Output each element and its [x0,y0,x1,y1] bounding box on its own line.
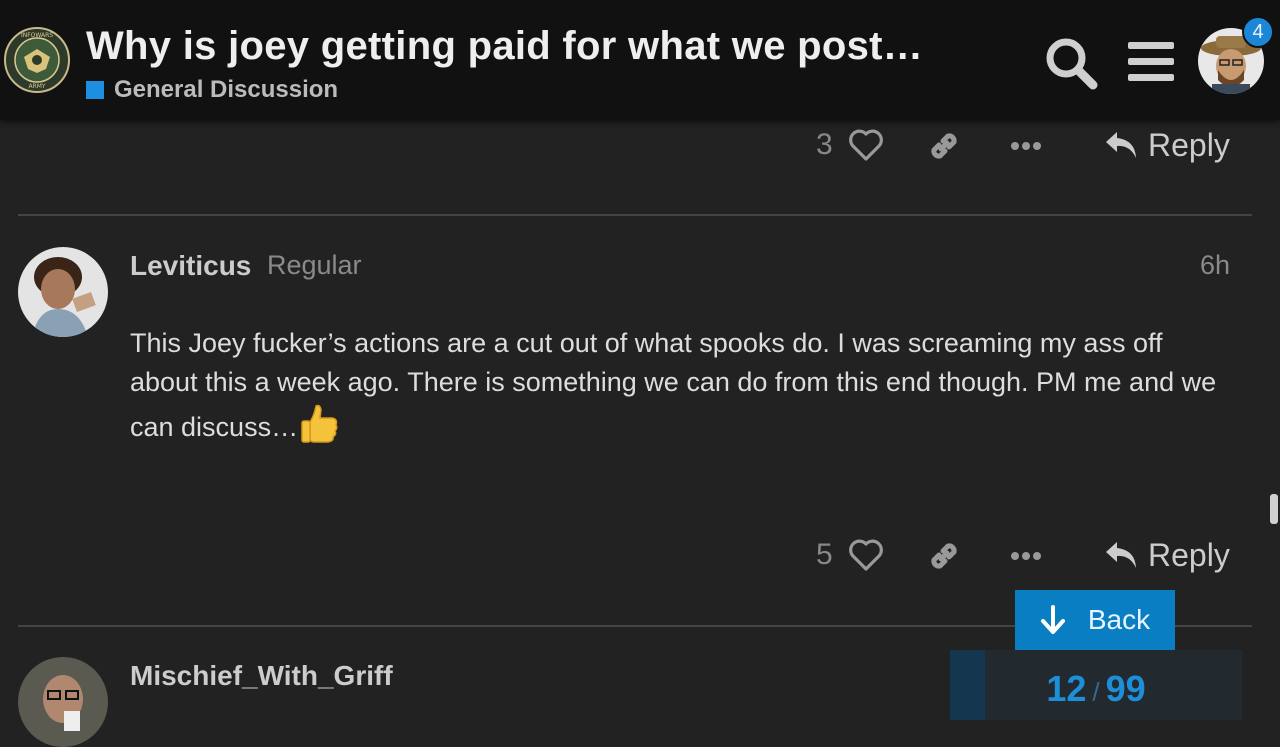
topic-progress[interactable]: 12/99 [950,650,1242,720]
post-timestamp[interactable]: 6h [1180,250,1230,281]
post-text: This Joey fucker’s actions are a cut out… [130,328,1217,442]
category-color-swatch [86,81,104,99]
notification-badge[interactable]: 4 [1242,16,1274,48]
link-icon[interactable] [926,538,962,574]
progress-separator: / [1092,677,1100,707]
post-username[interactable]: Mischief_With_Griff [130,660,393,692]
heart-icon[interactable] [848,128,884,162]
more-options-icon[interactable] [1008,538,1044,574]
post-user-title: Regular [267,250,362,280]
post-avatar[interactable] [18,657,108,747]
thumbs-up-emoji-icon [301,404,338,443]
arrow-down-icon [1040,605,1065,634]
topic-title[interactable]: Why is joey getting paid for what we pos… [86,24,923,69]
search-icon[interactable] [1044,36,1098,90]
progress-total: 99 [1105,668,1146,709]
category-badge[interactable]: General Discussion [86,76,338,104]
hamburger-menu-icon[interactable] [1126,40,1176,84]
progress-counter: 12/99 [950,668,1242,710]
back-label: Back [1087,604,1151,635]
post-body: This Joey fucker’s actions are a cut out… [130,324,1230,447]
svg-text:INFOWARS: INFOWARS [21,32,53,39]
reply-arrow-icon [1106,132,1136,158]
site-logo-icon[interactable]: INFOWARS ARMY [4,27,70,93]
post-avatar[interactable] [18,247,108,337]
reply-label: Reply [1148,126,1230,163]
reply-button[interactable]: Reply [1104,122,1230,168]
topic-header: INFOWARS ARMY Why is joey getting paid f… [0,0,1280,120]
scrollbar-thumb[interactable] [1270,494,1278,524]
progress-current: 12 [1046,668,1087,709]
post-actions: 5 Reply [800,530,1240,580]
reply-button[interactable]: Reply [1104,532,1230,578]
svg-text:ARMY: ARMY [28,83,45,90]
more-options-icon[interactable] [1008,128,1044,164]
post-actions: 3 Reply [800,120,1240,170]
back-button[interactable]: Back [1015,590,1175,650]
post-username[interactable]: Leviticus [130,250,251,282]
reply-label: Reply [1148,536,1230,573]
like-count[interactable]: 3 [816,128,833,162]
link-icon[interactable] [926,128,962,164]
post-divider [18,214,1252,216]
reply-arrow-icon [1106,542,1136,568]
like-count[interactable]: 5 [816,538,833,572]
heart-icon[interactable] [848,538,884,572]
category-name[interactable]: General Discussion [114,76,338,104]
